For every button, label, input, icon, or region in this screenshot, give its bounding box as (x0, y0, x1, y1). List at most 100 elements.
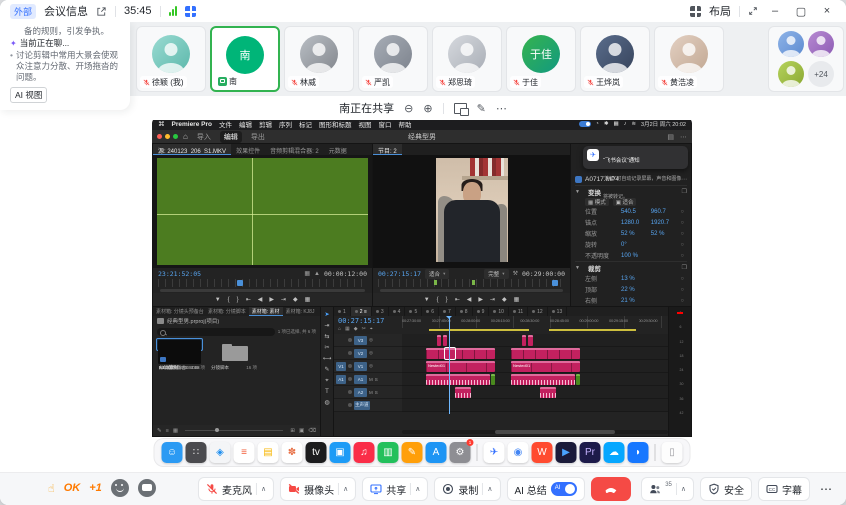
source-patch[interactable]: V1 (336, 362, 346, 371)
timeline-clip[interactable] (445, 348, 456, 359)
record-button[interactable]: 录制∧ (434, 477, 500, 501)
menubar-status-icon[interactable]: ▦ (613, 121, 618, 127)
sequence-tab[interactable]: 11 (509, 307, 528, 316)
track-header[interactable]: V3 ◎ (334, 334, 402, 347)
fit-dropdown[interactable]: 适合▾ (425, 269, 449, 279)
clip-more-icon[interactable]: ⋯ (681, 176, 687, 183)
track-name[interactable]: V2 (354, 349, 367, 358)
captions-button[interactable]: CC 字幕 (758, 477, 810, 501)
source-timecode[interactable]: 23:21:52:05 (158, 270, 201, 278)
timeline-clip[interactable] (511, 374, 575, 385)
panel-tab[interactable]: 元数据 (324, 144, 352, 155)
timeline-clip[interactable] (528, 335, 532, 346)
transport-button[interactable]: ◆ (502, 296, 507, 303)
participants-overflow-tile[interactable]: +24 (768, 26, 844, 92)
reset-section-icon[interactable]: ❒ (682, 264, 687, 271)
participant-tile[interactable]: 王烨岚 (580, 26, 650, 92)
share-button[interactable]: 共享∧ (362, 477, 428, 501)
monitor-icon[interactable]: ▦ (304, 270, 310, 277)
tool-button[interactable]: ⇆ (324, 333, 329, 341)
timeline-clip[interactable] (511, 348, 580, 359)
dock-icon[interactable]: ▯ (662, 442, 683, 463)
bin-tab[interactable]: 素材箱: KJ8J (283, 307, 318, 316)
ai-view-badge[interactable]: AI 视图 (10, 87, 47, 103)
transport-button[interactable]: ▶ (478, 296, 483, 303)
track-lock-icon[interactable] (348, 390, 352, 394)
track-lock-icon[interactable] (348, 377, 352, 381)
transport-button[interactable]: ⇥ (490, 296, 495, 303)
scrub-knob[interactable] (237, 280, 243, 286)
timeline-clip[interactable] (455, 387, 471, 398)
emoji-picker-button[interactable] (111, 479, 129, 497)
timeline-clip[interactable] (437, 335, 441, 346)
tool-button[interactable]: ✂ (324, 344, 329, 352)
camera-button[interactable]: 摄像头∧ (280, 477, 356, 501)
ai-summary-button[interactable]: AI 总结 (506, 477, 584, 501)
reaction-button[interactable]: +1 (89, 482, 102, 494)
project-footer-icon[interactable]: ▦ (173, 428, 178, 434)
dock-icon[interactable]: ✎ (402, 442, 423, 463)
reset-property-icon[interactable]: ○ (681, 276, 684, 282)
track-header[interactable]: V1 V1 ◎ (334, 360, 402, 373)
workspace-tab[interactable]: 编辑 (220, 131, 242, 143)
transport-button[interactable]: ▼ (215, 297, 221, 303)
layout-button[interactable]: 布局 (709, 3, 731, 19)
reset-property-icon[interactable]: ○ (681, 231, 684, 237)
menu-item[interactable]: 视图 (358, 119, 371, 129)
dock-icon[interactable]: A (426, 442, 447, 463)
project-footer-icon[interactable]: ⌫ (308, 428, 316, 434)
sequence-tab[interactable]: 4 (389, 307, 406, 316)
meeting-info-button[interactable]: 会议信息 (44, 3, 88, 19)
source-patch[interactable] (336, 401, 346, 410)
annotate-pen-icon[interactable]: ✎ (477, 102, 486, 115)
menu-item[interactable]: 序列 (279, 119, 292, 129)
participant-tile[interactable]: 林威 (284, 26, 354, 92)
menu-item[interactable]: 标记 (299, 119, 312, 129)
record-options-chevron[interactable]: ∧ (487, 485, 492, 493)
project-item[interactable]: KJ26素材2:24:04:13 (157, 339, 202, 350)
tool-button[interactable]: ⟷ (323, 355, 332, 363)
dock-icon[interactable]: ▶ (556, 442, 577, 463)
tool-button[interactable]: ⌖ (325, 377, 328, 385)
crop-value[interactable]: 22 % (621, 287, 651, 293)
close-button[interactable]: × (818, 5, 836, 17)
timeline-clip[interactable] (426, 348, 495, 359)
header-icon[interactable]: ⋯ (680, 133, 687, 141)
program-timecode[interactable]: 00:27:15:17 (378, 270, 421, 278)
project-breadcrumb[interactable]: 经典型男.prproj(项目) (167, 317, 219, 325)
windows-icon[interactable] (454, 103, 467, 114)
property-value[interactable]: 0° (621, 242, 651, 248)
track-icon[interactable]: ◎ (369, 363, 373, 369)
track-icon[interactable]: ◎ (369, 337, 373, 343)
reset-property-icon[interactable]: ○ (681, 298, 684, 304)
reset-property-icon[interactable]: ○ (681, 287, 684, 293)
project-footer-icon[interactable]: ⊞ (290, 428, 295, 434)
dock-icon[interactable]: ☁ (604, 442, 625, 463)
network-signal-icon[interactable] (169, 6, 177, 16)
collapse-icon[interactable]: ▼ (575, 265, 580, 271)
dock-icon[interactable]: ≡ (234, 442, 255, 463)
reset-property-icon[interactable]: ○ (681, 242, 684, 248)
dock-icon[interactable]: ♫ (354, 442, 375, 463)
timeline-timecode[interactable]: 00:27:15:17 (338, 317, 384, 325)
crop-value[interactable]: 21 % (621, 298, 651, 304)
panel-tab[interactable]: 音频剪辑混合器: 2 (265, 144, 324, 155)
source-patch[interactable] (336, 349, 346, 358)
program-scrollbar[interactable] (378, 287, 565, 293)
timeline-clip[interactable] (426, 374, 490, 385)
minimize-button[interactable]: – (766, 5, 784, 17)
menubar-clock[interactable]: 3月2日 周六 20:02 (641, 120, 686, 128)
menu-item[interactable]: 编辑 (239, 119, 252, 129)
timeline-clip[interactable] (491, 374, 496, 385)
dock-icon[interactable]: ☺ (162, 442, 183, 463)
reset-section-icon[interactable]: ❒ (682, 188, 687, 195)
menu-item[interactable]: 窗口 (378, 119, 391, 129)
sequence-tab[interactable]: 2 ≡ (351, 307, 372, 316)
track-icon[interactable]: S (375, 377, 378, 382)
participant-tile[interactable]: 徐颖 (我) (136, 26, 206, 92)
track-lock-icon[interactable] (348, 364, 352, 368)
playback-quality-dropdown[interactable]: 完整▾ (484, 269, 508, 279)
ai-summary-toggle[interactable] (551, 482, 577, 496)
transport-button[interactable]: ▶ (269, 296, 274, 303)
sequence-tab[interactable]: 13 (548, 307, 568, 316)
